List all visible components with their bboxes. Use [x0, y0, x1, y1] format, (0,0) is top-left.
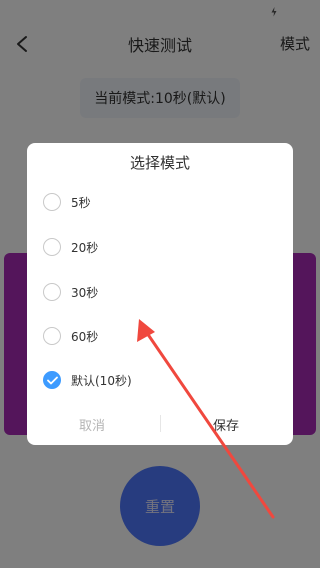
option-default-10s[interactable]: 默认(10秒) [43, 369, 132, 391]
radio-button[interactable] [43, 238, 61, 256]
select-mode-dialog: 选择模式 5秒 20秒 30秒 60秒 默认(10秒) 取消 保存 [27, 143, 293, 445]
footer-divider [160, 415, 161, 432]
option-5s[interactable]: 5秒 [43, 191, 91, 213]
radio-button[interactable] [43, 327, 61, 345]
option-label: 20秒 [71, 240, 99, 255]
option-20s[interactable]: 20秒 [43, 236, 98, 258]
dialog-footer: 取消 保存 [27, 411, 293, 437]
radio-button-checked[interactable] [43, 371, 61, 389]
option-label: 默认(10秒) [71, 373, 132, 388]
option-label: 30秒 [71, 285, 99, 300]
option-30s[interactable]: 30秒 [43, 281, 98, 303]
quick-test-screen: 4:20 快速测试 模式 当前模式:10秒(默认) 重置 选择模式 5秒 20秒 [0, 0, 320, 568]
radio-button[interactable] [43, 283, 61, 301]
cancel-button[interactable]: 取消 [79, 415, 105, 434]
radio-button[interactable] [43, 193, 61, 211]
checkmark-icon [46, 376, 58, 384]
dialog-title: 选择模式 [129, 154, 190, 172]
option-60s[interactable]: 60秒 [43, 325, 98, 347]
option-label: 60秒 [71, 329, 99, 344]
option-label: 5秒 [71, 195, 91, 210]
save-button[interactable]: 保存 [213, 415, 239, 434]
